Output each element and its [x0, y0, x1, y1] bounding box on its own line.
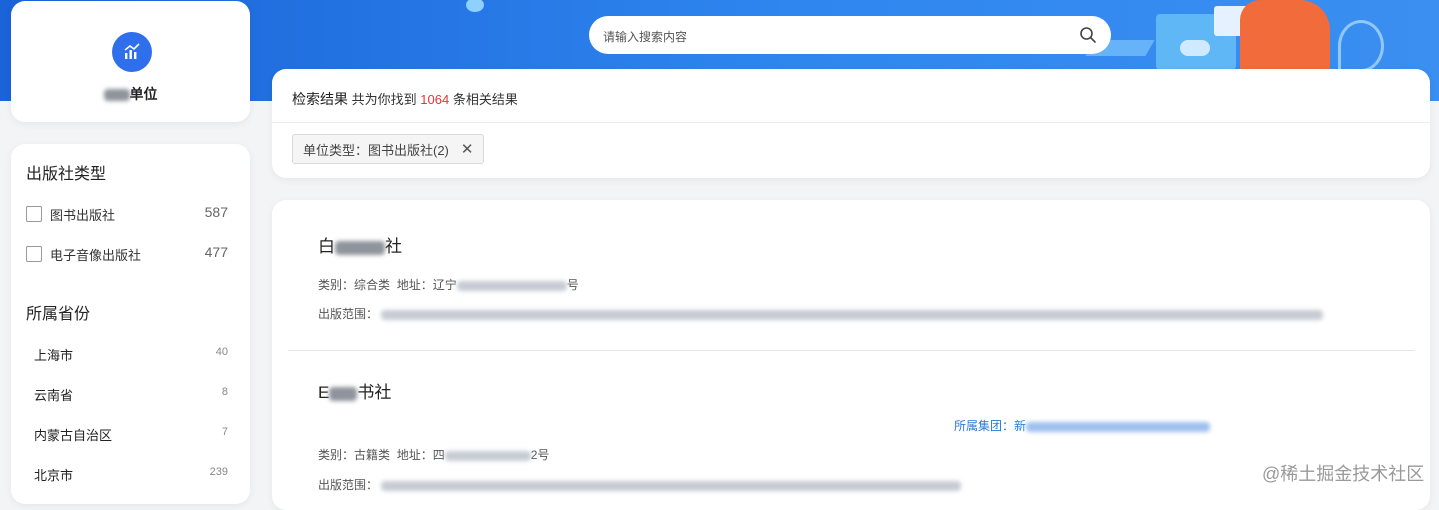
province-item[interactable]: 上海市 40 — [34, 345, 228, 365]
result-item-group[interactable]: 所属集团：新 — [954, 417, 1211, 434]
result-item-title[interactable]: 白社 — [318, 232, 402, 257]
results-count: 1064 — [420, 92, 450, 107]
divider — [272, 122, 1430, 123]
redacted-text — [444, 450, 531, 461]
cloud-icon — [1180, 40, 1210, 56]
unit-title: 单位 — [11, 84, 250, 104]
province-item[interactable]: 内蒙古自治区 7 — [34, 425, 228, 445]
checkbox[interactable] — [26, 206, 42, 222]
result-item-meta: 类别：综合类 地址：辽宁号 — [318, 278, 579, 292]
chart-logo-icon — [112, 32, 152, 72]
redacted-text — [456, 280, 567, 291]
result-item-title[interactable]: E 书社 — [318, 378, 391, 403]
results-list: 白社 类别：综合类 地址：辽宁号 出版范围： E 书社 所属集团：新 类别：古籍类… — [272, 200, 1430, 510]
results-summary: 检索结果 共为你找到 1064 条相关结果 — [292, 91, 518, 107]
divider — [288, 350, 1415, 351]
redacted-text — [103, 89, 130, 102]
filter-sidebar: 出版社类型 图书出版社 587 电子音像出版社 477 所属省份 上海市 40 … — [11, 144, 250, 504]
province-heading: 所属省份 — [26, 306, 91, 323]
redacted-text — [1026, 421, 1211, 432]
redacted-text — [335, 240, 385, 255]
publisher-type-heading: 出版社类型 — [26, 166, 107, 183]
filter-option-av[interactable]: 电子音像出版社 477 — [26, 244, 228, 264]
province-item[interactable]: 云南省 8 — [34, 385, 228, 405]
close-icon[interactable]: ✕ — [461, 140, 474, 158]
result-item-scope: 出版范围： — [318, 476, 962, 493]
results-summary-card: 检索结果 共为你找到 1064 条相关结果 单位类型：图书出版社(2) ✕ — [272, 69, 1430, 178]
result-item-scope: 出版范围： — [318, 305, 1324, 322]
redacted-text — [329, 386, 358, 401]
banner-illustration — [1240, 0, 1330, 70]
banner-decoration — [466, 0, 484, 12]
active-filter-tag[interactable]: 单位类型：图书出版社(2) ✕ — [292, 134, 485, 164]
search-input[interactable]: 请输入搜索内容 — [603, 28, 687, 45]
checkbox[interactable] — [26, 246, 42, 262]
search-bar[interactable]: 请输入搜索内容 — [589, 16, 1111, 54]
result-item-meta: 类别：古籍类 地址：四 2号 — [318, 448, 550, 462]
filter-option-book[interactable]: 图书出版社 587 — [26, 204, 228, 224]
unit-card: 单位 — [11, 1, 250, 122]
search-icon[interactable] — [1079, 26, 1097, 44]
redacted-text — [381, 480, 962, 491]
leaf-icon — [1338, 20, 1384, 72]
redacted-text — [381, 309, 1324, 320]
province-item[interactable]: 北京市 239 — [34, 465, 228, 485]
watermark: @稀土掘金技术社区 — [1262, 464, 1425, 484]
